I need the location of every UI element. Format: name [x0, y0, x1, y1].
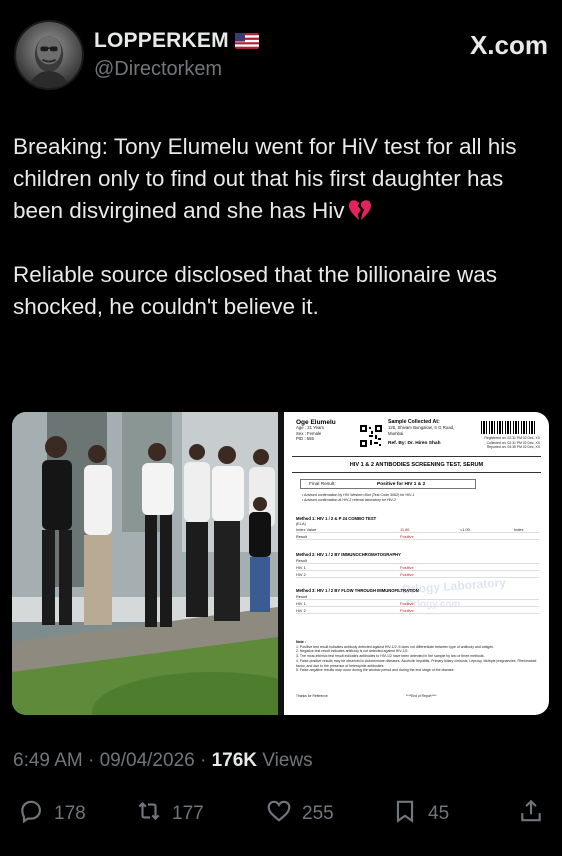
report-index-cutoff: <1.00	[460, 527, 470, 533]
report-hiv1-label: HIV 1	[296, 565, 306, 571]
report-notes: Note : 1. Positive test result indicates…	[296, 640, 539, 673]
report-index-value: 11.86	[400, 527, 410, 533]
report-hiv1-value: Positive	[400, 601, 414, 607]
report-divider	[292, 472, 541, 473]
report-method-2-hiv1-row: HIV 1 Positive	[296, 564, 539, 572]
report-hiv2-value: Positive	[400, 572, 414, 578]
repost-icon	[136, 798, 162, 830]
report-hiv2-label: HIV 2	[296, 572, 306, 578]
report-method-3-hiv1-row: HIV 1 Positive	[296, 600, 539, 608]
report-final-result: Final Result: Positive for HIV 1 & 2	[300, 479, 476, 489]
report-title: HIV 1 & 2 ANTIBODIES SCREENING TEST, SER…	[349, 462, 484, 468]
meta-separator: ·	[82, 750, 100, 771]
author-name-text: LOPPERKEM	[94, 29, 229, 52]
like-count: 255	[302, 803, 334, 824]
views-count: 176K	[211, 750, 258, 771]
report-sample-block: Sample Collected At: 125, Shivam Bungalo…	[388, 419, 458, 447]
author-handle[interactable]: @Directorkem	[94, 58, 222, 81]
family-photo[interactable]	[12, 412, 278, 715]
report-result-label: Result	[296, 558, 308, 564]
reply-icon	[18, 798, 44, 830]
report-hiv2-label: HIV 2	[296, 608, 306, 614]
report-dates: Registered on: 02:31 PM 02 Dec, XX Colle…	[476, 436, 540, 450]
repost-button[interactable]: 177	[136, 796, 204, 832]
report-pid: PID : 555	[296, 436, 314, 442]
report-note-item: 4. False-positive results may be observe…	[296, 658, 537, 668]
report-advice-2: • Advised confirmation at HIV-2 referral…	[302, 497, 396, 502]
tweet-action-bar: 178 177 255 45	[0, 796, 562, 832]
report-method-3: Method 3: HIV 1 / 2 BY FLOW THROUGH IMMU…	[296, 588, 539, 615]
repost-count: 177	[172, 803, 204, 824]
report-method-1: Method 1: HIV 1 / 2 & P 24 COMBO TEST (E…	[296, 516, 539, 541]
report-method-1-result-row: Result Positive	[296, 533, 539, 541]
report-method-3-hiv2-row: HIV 2 Positive	[296, 607, 539, 615]
report-barcode-icon	[481, 421, 537, 434]
tweet-body: Breaking: Tony Elumelu went for HiV test…	[13, 131, 553, 323]
report-ref-by: Ref. By: Dr. Hiren Shah	[388, 441, 441, 447]
share-icon	[518, 798, 544, 830]
report-end: ****End of Report****	[406, 694, 437, 698]
tweet-media[interactable]: Oge Elumelu Age : 21 Years Sex : Female …	[12, 412, 549, 715]
reply-button[interactable]: 178	[18, 796, 86, 832]
broken-heart-icon	[348, 198, 372, 220]
report-final-result-label: Final Result:	[309, 482, 336, 487]
report-patient-block: Oge Elumelu Age : 21 Years Sex : Female …	[296, 419, 366, 442]
bookmark-icon	[392, 798, 418, 830]
us-flag-icon	[234, 31, 259, 50]
heart-icon	[266, 798, 292, 830]
report-note-item: 5. False-negative results may occur duri…	[296, 668, 455, 673]
report-registered-on: Registered on: 02:31 PM 02 Dec, XX	[484, 436, 540, 440]
tweet-paragraph-1: Breaking: Tony Elumelu went for HiV test…	[13, 131, 553, 227]
report-sample-address-2: Mumbai	[388, 430, 404, 436]
report-method-3-result-row: Result	[296, 593, 539, 601]
x-brand-watermark: X.com	[469, 30, 548, 60]
views-label: Views	[262, 750, 313, 771]
tweet-time[interactable]: 6:49 AM	[13, 750, 83, 771]
report-method-2: Method 2: HIV 1 / 2 BY IMMUNOCHROMATOGRA…	[296, 552, 539, 579]
meta-separator: ·	[194, 750, 212, 771]
report-index-label: Index Value	[296, 527, 317, 533]
tweet-paragraph-1-text: Breaking: Tony Elumelu went for HiV test…	[13, 134, 517, 223]
report-advice: • Advised confirmation by HIV Western Bl…	[302, 493, 502, 503]
report-reported-on: Reported on: 04:35 PM 02 Dec, XX	[486, 445, 540, 450]
tweet-paragraph-2: Reliable source disclosed that the billi…	[13, 262, 498, 319]
bookmark-count: 45	[428, 803, 450, 824]
share-button[interactable]	[518, 796, 544, 832]
report-divider	[292, 456, 541, 457]
author-display-name[interactable]: LOPPERKEM	[94, 29, 259, 53]
lab-report-image[interactable]: Oge Elumelu Age : 21 Years Sex : Female …	[284, 412, 549, 715]
report-footer: Thanks for Reference ****End of Report**…	[296, 694, 539, 699]
report-final-result-value: Positive for HIV 1 & 2	[377, 482, 426, 487]
report-thanks: Thanks for Reference	[296, 694, 328, 698]
report-hiv2-value: Positive	[400, 608, 414, 614]
report-hiv1-label: HIV 1	[296, 601, 306, 607]
report-result-label: Result	[296, 534, 308, 540]
report-index-unit: Index	[514, 527, 524, 533]
tweet-meta: 6:49 AM · 09/04/2026 · 176K Views	[13, 750, 313, 772]
reply-count: 178	[54, 803, 86, 824]
author-avatar[interactable]	[14, 20, 84, 90]
tweet-header: LOPPERKEM @Directorkem X.com	[14, 20, 548, 92]
bookmark-button[interactable]: 45	[392, 796, 449, 832]
like-button[interactable]: 255	[266, 796, 334, 832]
report-qr-code-icon	[360, 425, 382, 447]
report-index-row: Index Value 11.86 <1.00 Index	[296, 526, 539, 534]
report-method-2-result-row: Result	[296, 557, 539, 565]
tweet-date[interactable]: 09/04/2026	[100, 750, 195, 771]
report-hiv1-value: Positive	[400, 565, 414, 571]
report-result-value: Positive	[400, 534, 414, 540]
report-result-label: Result	[296, 594, 308, 600]
